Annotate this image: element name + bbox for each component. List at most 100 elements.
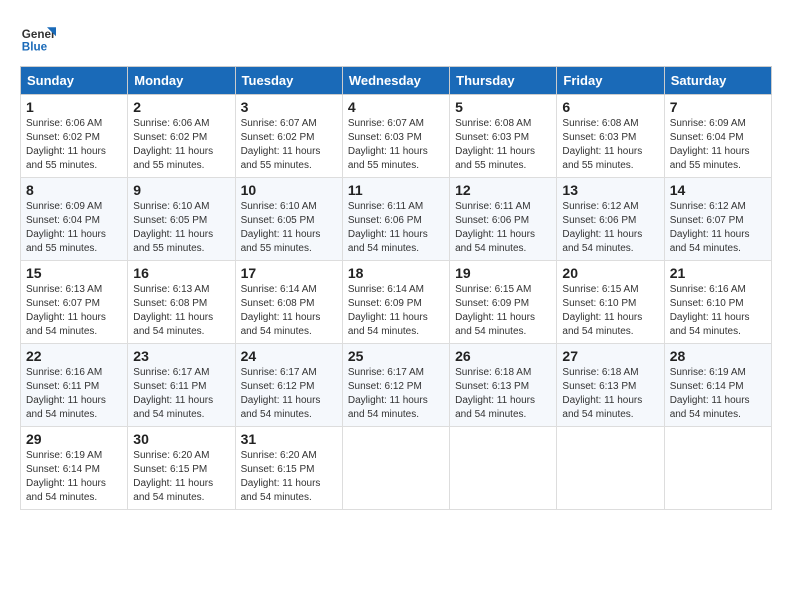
calendar-day-cell (450, 427, 557, 510)
day-info: Sunrise: 6:12 AMSunset: 6:06 PMDaylight:… (562, 200, 658, 256)
day-info: Sunrise: 6:18 AMSunset: 6:13 PMDaylight:… (455, 366, 551, 422)
page-header: General Blue (20, 20, 772, 56)
day-number: 5 (455, 99, 551, 115)
day-info: Sunrise: 6:08 AMSunset: 6:03 PMDaylight:… (455, 117, 551, 173)
calendar-header-cell: Monday (128, 67, 235, 95)
calendar-day-cell: 5 Sunrise: 6:08 AMSunset: 6:03 PMDaylight… (450, 95, 557, 178)
day-number: 28 (670, 348, 766, 364)
calendar-day-cell: 23 Sunrise: 6:17 AMSunset: 6:11 PMDayligh… (128, 344, 235, 427)
day-number: 25 (348, 348, 444, 364)
calendar-week-row: 1 Sunrise: 6:06 AMSunset: 6:02 PMDaylight… (21, 95, 772, 178)
calendar-day-cell: 9Sunrise: 6:10 AMSunset: 6:05 PMDaylight… (128, 178, 235, 261)
day-number: 11 (348, 182, 444, 198)
day-info: Sunrise: 6:19 AMSunset: 6:14 PMDaylight:… (670, 366, 766, 422)
calendar-header-row: SundayMondayTuesdayWednesdayThursdayFrid… (21, 67, 772, 95)
day-number: 4 (348, 99, 444, 115)
day-info: Sunrise: 6:12 AMSunset: 6:07 PMDaylight:… (670, 200, 766, 256)
calendar-day-cell: 2Sunrise: 6:06 AMSunset: 6:02 PMDaylight… (128, 95, 235, 178)
calendar-day-cell: 28 Sunrise: 6:19 AMSunset: 6:14 PMDayligh… (664, 344, 771, 427)
calendar-day-cell: 4 Sunrise: 6:07 AMSunset: 6:03 PMDaylight… (342, 95, 449, 178)
day-info: Sunrise: 6:11 AMSunset: 6:06 PMDaylight:… (455, 200, 551, 256)
calendar-day-cell: 27 Sunrise: 6:18 AMSunset: 6:13 PMDayligh… (557, 344, 664, 427)
calendar-day-cell: 14 Sunrise: 6:12 AMSunset: 6:07 PMDayligh… (664, 178, 771, 261)
day-info: Sunrise: 6:18 AMSunset: 6:13 PMDaylight:… (562, 366, 658, 422)
calendar-day-cell: 17 Sunrise: 6:14 AMSunset: 6:08 PMDayligh… (235, 261, 342, 344)
calendar-day-cell (664, 427, 771, 510)
day-number: 15 (26, 265, 122, 281)
calendar-header-cell: Tuesday (235, 67, 342, 95)
day-info: Sunrise: 6:17 AMSunset: 6:12 PMDaylight:… (241, 366, 337, 422)
calendar-header-cell: Friday (557, 67, 664, 95)
day-info: Sunrise: 6:10 AMSunset: 6:05 PMDaylight:… (241, 200, 337, 256)
day-number: 10 (241, 182, 337, 198)
day-info: Sunrise: 6:11 AMSunset: 6:06 PMDaylight:… (348, 200, 444, 256)
calendar-header-cell: Sunday (21, 67, 128, 95)
day-info: Sunrise: 6:06 AMSunset: 6:02 PMDaylight:… (26, 117, 122, 173)
calendar-day-cell: 29 Sunrise: 6:19 AMSunset: 6:14 PMDayligh… (21, 427, 128, 510)
calendar-day-cell: 7Sunrise: 6:09 AMSunset: 6:04 PMDaylight… (664, 95, 771, 178)
day-info: Sunrise: 6:17 AMSunset: 6:11 PMDaylight:… (133, 366, 229, 422)
calendar-day-cell: 18 Sunrise: 6:14 AMSunset: 6:09 PMDayligh… (342, 261, 449, 344)
calendar-header-cell: Saturday (664, 67, 771, 95)
day-info: Sunrise: 6:07 AMSunset: 6:03 PMDaylight:… (348, 117, 444, 173)
day-info: Sunrise: 6:07 AMSunset: 6:02 PMDaylight:… (241, 117, 337, 173)
day-number: 17 (241, 265, 337, 281)
day-info: Sunrise: 6:14 AMSunset: 6:09 PMDaylight:… (348, 283, 444, 339)
calendar-header-cell: Thursday (450, 67, 557, 95)
day-info: Sunrise: 6:15 AMSunset: 6:10 PMDaylight:… (562, 283, 658, 339)
calendar-day-cell: 24 Sunrise: 6:17 AMSunset: 6:12 PMDayligh… (235, 344, 342, 427)
calendar-day-cell: 26Sunrise: 6:18 AMSunset: 6:13 PMDayligh… (450, 344, 557, 427)
day-info: Sunrise: 6:15 AMSunset: 6:09 PMDaylight:… (455, 283, 551, 339)
calendar-day-cell: 12 Sunrise: 6:11 AMSunset: 6:06 PMDayligh… (450, 178, 557, 261)
day-info: Sunrise: 6:09 AMSunset: 6:04 PMDaylight:… (26, 200, 122, 256)
day-number: 31 (241, 431, 337, 447)
day-info: Sunrise: 6:17 AMSunset: 6:12 PMDaylight:… (348, 366, 444, 422)
day-number: 24 (241, 348, 337, 364)
calendar-day-cell: 21 Sunrise: 6:16 AMSunset: 6:10 PMDayligh… (664, 261, 771, 344)
day-number: 6 (562, 99, 658, 115)
calendar-day-cell: 11 Sunrise: 6:11 AMSunset: 6:06 PMDayligh… (342, 178, 449, 261)
day-number: 8 (26, 182, 122, 198)
calendar-day-cell: 15 Sunrise: 6:13 AMSunset: 6:07 PMDayligh… (21, 261, 128, 344)
calendar-day-cell: 13 Sunrise: 6:12 AMSunset: 6:06 PMDayligh… (557, 178, 664, 261)
day-info: Sunrise: 6:19 AMSunset: 6:14 PMDaylight:… (26, 449, 122, 505)
calendar-table: SundayMondayTuesdayWednesdayThursdayFrid… (20, 66, 772, 510)
calendar-day-cell (342, 427, 449, 510)
calendar-day-cell: 1 Sunrise: 6:06 AMSunset: 6:02 PMDaylight… (21, 95, 128, 178)
day-info: Sunrise: 6:13 AMSunset: 6:08 PMDaylight:… (133, 283, 229, 339)
day-number: 18 (348, 265, 444, 281)
calendar-day-cell: 25 Sunrise: 6:17 AMSunset: 6:12 PMDayligh… (342, 344, 449, 427)
calendar-day-cell: 19 Sunrise: 6:15 AMSunset: 6:09 PMDayligh… (450, 261, 557, 344)
calendar-day-cell: 20 Sunrise: 6:15 AMSunset: 6:10 PMDayligh… (557, 261, 664, 344)
day-info: Sunrise: 6:09 AMSunset: 6:04 PMDaylight:… (670, 117, 766, 173)
logo: General Blue (20, 20, 56, 56)
day-number: 21 (670, 265, 766, 281)
day-number: 23 (133, 348, 229, 364)
calendar-day-cell (557, 427, 664, 510)
day-number: 29 (26, 431, 122, 447)
day-number: 22 (26, 348, 122, 364)
day-info: Sunrise: 6:16 AMSunset: 6:10 PMDaylight:… (670, 283, 766, 339)
day-info: Sunrise: 6:20 AMSunset: 6:15 PMDaylight:… (241, 449, 337, 505)
day-number: 13 (562, 182, 658, 198)
day-number: 27 (562, 348, 658, 364)
calendar-day-cell: 16Sunrise: 6:13 AMSunset: 6:08 PMDayligh… (128, 261, 235, 344)
day-info: Sunrise: 6:14 AMSunset: 6:08 PMDaylight:… (241, 283, 337, 339)
calendar-day-cell: 6Sunrise: 6:08 AMSunset: 6:03 PMDaylight… (557, 95, 664, 178)
calendar-week-row: 29 Sunrise: 6:19 AMSunset: 6:14 PMDayligh… (21, 427, 772, 510)
calendar-week-row: 22Sunrise: 6:16 AMSunset: 6:11 PMDayligh… (21, 344, 772, 427)
day-number: 3 (241, 99, 337, 115)
calendar-week-row: 15 Sunrise: 6:13 AMSunset: 6:07 PMDayligh… (21, 261, 772, 344)
day-number: 12 (455, 182, 551, 198)
day-number: 14 (670, 182, 766, 198)
calendar-day-cell: 30Sunrise: 6:20 AMSunset: 6:15 PMDayligh… (128, 427, 235, 510)
day-number: 1 (26, 99, 122, 115)
calendar-day-cell: 8 Sunrise: 6:09 AMSunset: 6:04 PMDaylight… (21, 178, 128, 261)
day-info: Sunrise: 6:13 AMSunset: 6:07 PMDaylight:… (26, 283, 122, 339)
day-number: 19 (455, 265, 551, 281)
calendar-day-cell: 3 Sunrise: 6:07 AMSunset: 6:02 PMDaylight… (235, 95, 342, 178)
calendar-day-cell: 31 Sunrise: 6:20 AMSunset: 6:15 PMDayligh… (235, 427, 342, 510)
day-number: 20 (562, 265, 658, 281)
logo-icon: General Blue (20, 20, 56, 56)
day-info: Sunrise: 6:10 AMSunset: 6:05 PMDaylight:… (133, 200, 229, 256)
